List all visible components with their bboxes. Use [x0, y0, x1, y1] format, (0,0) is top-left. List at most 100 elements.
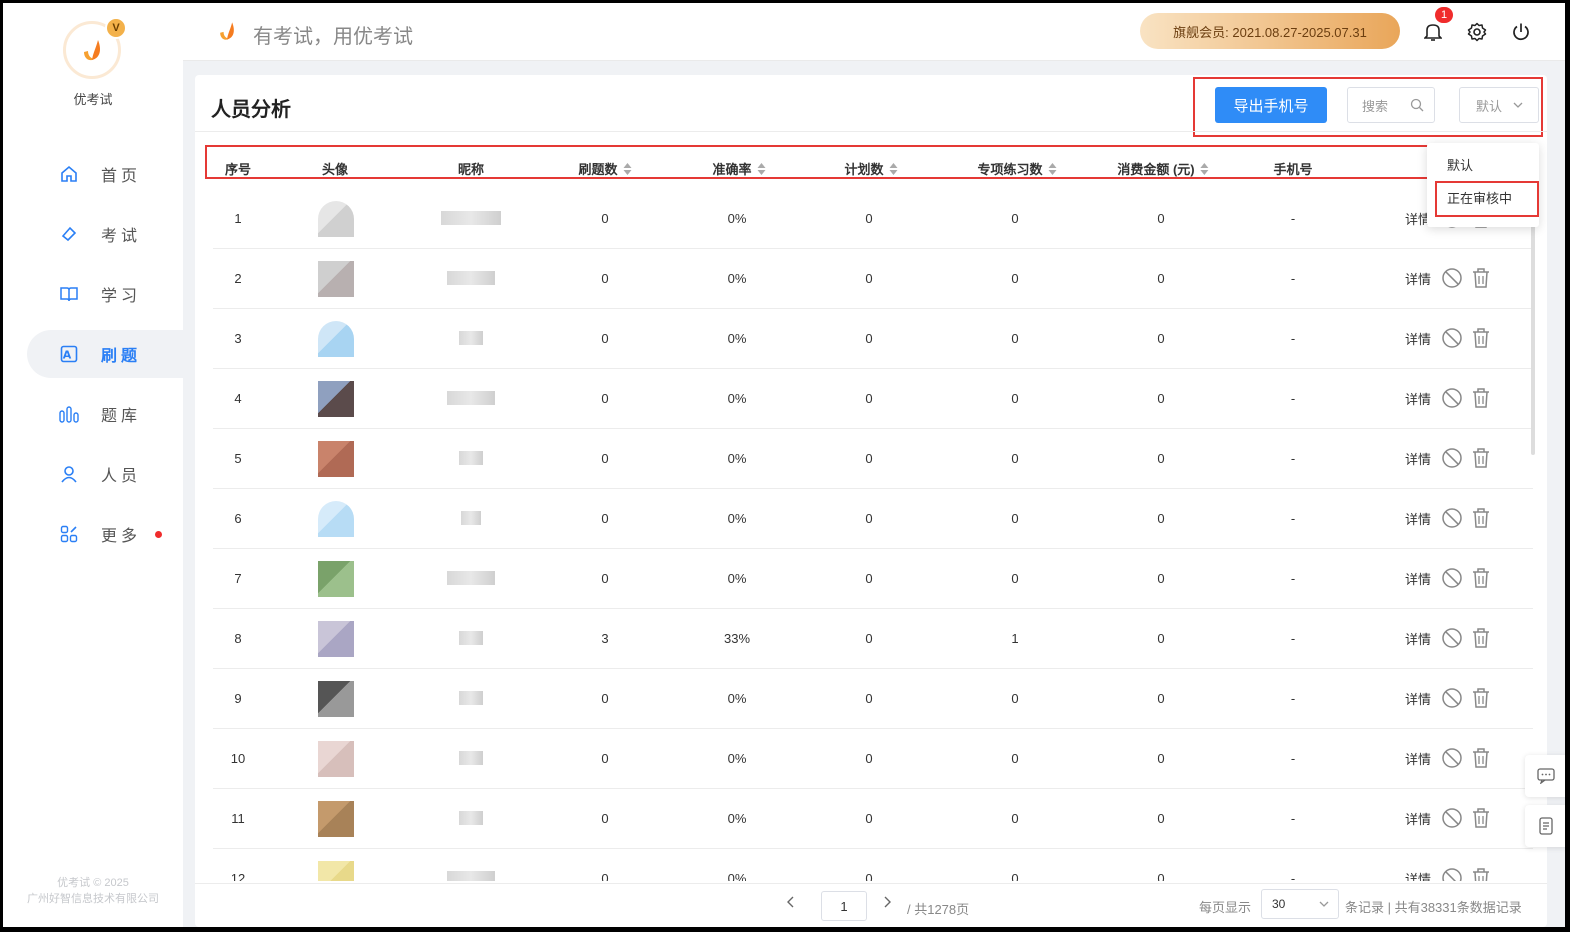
trash-icon[interactable] — [1471, 687, 1491, 709]
export-phone-button[interactable]: 导出手机号 — [1215, 87, 1327, 123]
gear-icon[interactable] — [1465, 20, 1489, 44]
nickname-blurred — [459, 451, 483, 465]
avatar — [318, 861, 354, 881]
sort-caret-icon[interactable] — [623, 162, 632, 175]
sidebar-item-home[interactable]: 首页 — [27, 150, 183, 198]
phone-number: - — [1290, 391, 1296, 406]
sort-caret-icon[interactable] — [889, 162, 898, 175]
table-header-highlight — [205, 145, 1441, 179]
detail-link[interactable]: 详情 — [1405, 689, 1431, 708]
company-name: 广州好智信息技术有限公司 — [27, 893, 159, 905]
trash-icon[interactable] — [1471, 747, 1491, 769]
row-actions: 详情 — [1405, 267, 1499, 289]
special-practice-count: 0 — [1011, 511, 1019, 526]
special-practice-count: 0 — [1011, 691, 1019, 706]
detail-link[interactable]: 详情 — [1405, 509, 1431, 528]
questions-count: 0 — [601, 211, 609, 226]
detail-link[interactable]: 详情 — [1405, 749, 1431, 768]
ban-icon[interactable] — [1441, 387, 1463, 409]
column-header-plans[interactable]: 计划数 — [844, 159, 898, 178]
records-summary: 条记录 | 共有38331条数据记录 — [1345, 900, 1522, 915]
detail-link[interactable]: 详情 — [1405, 809, 1431, 828]
spend-amount: 0 — [1157, 331, 1165, 346]
sidebar-item-practice[interactable]: A 刷题 — [27, 330, 183, 378]
sort-select[interactable]: 默认 — [1459, 87, 1539, 123]
row-index: 12 — [230, 871, 246, 881]
copyright-line: 优考试 © 2025 — [57, 877, 129, 889]
avatar — [318, 321, 354, 357]
notification-count-badge: 1 — [1435, 7, 1453, 23]
bell-icon[interactable] — [1421, 20, 1445, 44]
plan-count: 0 — [865, 571, 873, 586]
column-header-questions[interactable]: 刷题数 — [578, 159, 632, 178]
trash-icon[interactable] — [1471, 327, 1491, 349]
ban-icon[interactable] — [1441, 507, 1463, 529]
dropdown-option-under-review[interactable]: 正在审核中 — [1435, 181, 1539, 217]
column-header-special-practice[interactable]: 专项练习数 — [977, 159, 1057, 178]
search-input[interactable]: 搜索 — [1347, 87, 1435, 123]
sidebar: V 优考试 首页 考试 学习 A 刷题 题库 人员 更多 优考试 © 2025 … — [3, 3, 183, 927]
ban-icon[interactable] — [1441, 807, 1463, 829]
sort-caret-icon[interactable] — [1200, 162, 1209, 175]
detail-link[interactable]: 详情 — [1405, 869, 1431, 882]
sidebar-item-question-bank[interactable]: 题库 — [27, 390, 183, 438]
avatar — [318, 681, 354, 717]
detail-link[interactable]: 详情 — [1405, 389, 1431, 408]
ban-icon[interactable] — [1441, 627, 1463, 649]
ban-icon[interactable] — [1441, 447, 1463, 469]
nickname-blurred — [441, 211, 501, 225]
detail-link[interactable]: 详情 — [1405, 569, 1431, 588]
sidebar-item-more[interactable]: 更多 — [27, 510, 183, 558]
trash-icon[interactable] — [1471, 267, 1491, 289]
ban-icon[interactable] — [1441, 867, 1463, 881]
column-header-spend[interactable]: 消费金额 (元) — [1117, 159, 1209, 178]
per-page-select[interactable]: 30 — [1261, 889, 1339, 919]
chat-widget-button[interactable] — [1525, 755, 1565, 797]
ban-icon[interactable] — [1441, 747, 1463, 769]
column-header-accuracy[interactable]: 准确率 — [712, 159, 766, 178]
table-row: 3 0 0% 0 0 0 - 详情 — [213, 309, 1533, 369]
trash-icon[interactable] — [1471, 387, 1491, 409]
prev-page-button[interactable] — [785, 895, 797, 914]
ban-icon[interactable] — [1441, 327, 1463, 349]
phone-number: - — [1290, 811, 1296, 826]
document-widget-button[interactable] — [1525, 805, 1565, 847]
table-row: 1 0 0% 0 0 0- 详情 — [213, 189, 1533, 249]
sort-caret-icon[interactable] — [757, 162, 766, 175]
avatar — [318, 381, 354, 417]
app-logo[interactable]: V — [63, 17, 127, 79]
column-label: 准确率 — [712, 162, 752, 177]
special-practice-count: 1 — [1011, 631, 1019, 646]
row-actions: 详情 — [1405, 807, 1499, 829]
accuracy-rate: 0% — [727, 511, 747, 526]
accuracy-rate: 0% — [727, 811, 747, 826]
sidebar-item-people[interactable]: 人员 — [27, 450, 183, 498]
ban-icon[interactable] — [1441, 267, 1463, 289]
power-icon[interactable] — [1509, 20, 1533, 44]
sort-caret-icon[interactable] — [1048, 162, 1057, 175]
detail-link[interactable]: 详情 — [1405, 629, 1431, 648]
detail-link[interactable]: 详情 — [1405, 449, 1431, 468]
sidebar-item-exam[interactable]: 考试 — [27, 210, 183, 258]
ban-icon[interactable] — [1441, 687, 1463, 709]
trash-icon[interactable] — [1471, 867, 1491, 881]
column-label: 计划数 — [844, 162, 884, 177]
column-header-nickname: 昵称 — [458, 159, 484, 178]
dropdown-option-default[interactable]: 默认 — [1427, 151, 1539, 181]
table-scrollbar[interactable] — [1531, 225, 1535, 455]
ban-icon[interactable] — [1441, 567, 1463, 589]
membership-badge[interactable]: 旗舰会员: 2021.08.27-2025.07.31 — [1140, 13, 1400, 49]
detail-link[interactable]: 详情 — [1405, 269, 1431, 288]
phone-number: - — [1290, 631, 1296, 646]
trash-icon[interactable] — [1471, 447, 1491, 469]
next-page-button[interactable] — [881, 895, 893, 914]
detail-link[interactable]: 详情 — [1405, 329, 1431, 348]
trash-icon[interactable] — [1471, 627, 1491, 649]
trash-icon[interactable] — [1471, 567, 1491, 589]
trash-icon[interactable] — [1471, 807, 1491, 829]
table-row: 7 0 0% 0 0 0 - 详情 — [213, 549, 1533, 609]
trash-icon[interactable] — [1471, 507, 1491, 529]
sidebar-item-study[interactable]: 学习 — [27, 270, 183, 318]
sidebar-item-label: 刷题 — [101, 348, 142, 365]
page-number-input[interactable]: 1 — [821, 891, 867, 921]
